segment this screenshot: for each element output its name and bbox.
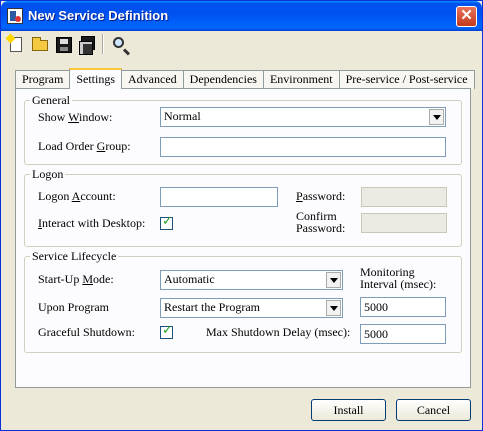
password-label-post: assword: <box>302 189 346 203</box>
load-order-label-key: G <box>96 139 106 153</box>
new-file-icon <box>10 37 22 52</box>
tab-advanced[interactable]: Advanced <box>121 70 184 89</box>
max-shutdown-delay-label: Max Shutdown Delay (msec): <box>206 325 351 339</box>
password-label-key: P <box>296 189 303 203</box>
toolbar-separator <box>102 34 104 54</box>
tab-strip: Program Settings Advanced Dependencies E… <box>15 68 475 89</box>
startup-mode-label-post: ode: <box>93 272 114 286</box>
show-window-label: Show Window: <box>38 110 112 125</box>
tab-pre-post-service[interactable]: Pre-service / Post-service <box>338 70 475 89</box>
logon-account-label-pre: Logon <box>38 189 72 203</box>
interact-desktop-checkbox[interactable]: ✓ <box>160 214 173 230</box>
save-icon <box>56 37 72 53</box>
checkmark-icon: ✓ <box>162 214 173 229</box>
save-button[interactable] <box>52 33 74 55</box>
checkmark-icon: ✓ <box>162 323 173 338</box>
show-window-select[interactable]: Normal <box>160 107 446 127</box>
graceful-shutdown-checkbox[interactable]: ✓ <box>160 323 173 339</box>
toolbar <box>4 33 132 57</box>
startup-mode-value: Automatic <box>164 272 215 286</box>
chevron-down-icon[interactable] <box>326 272 341 288</box>
confirm-password-label: Confirm Password: <box>296 210 345 234</box>
logon-account-input[interactable] <box>160 187 278 207</box>
startup-mode-label-pre: Start-Up <box>38 272 83 286</box>
monitoring-line2: Interval (msec): <box>360 277 437 291</box>
tab-environment[interactable]: Environment <box>262 70 340 89</box>
chevron-down-icon[interactable] <box>326 300 341 316</box>
service-definition-window: New Service Definition ✕ Program Setting… <box>0 0 483 431</box>
logon-account-label-post: ccount: <box>80 189 116 203</box>
show-window-label-post: indow: <box>78 110 113 124</box>
window-title: New Service Definition <box>28 8 169 23</box>
password-label: Password: <box>296 189 345 204</box>
upon-program-value: Restart the Program <box>164 300 260 314</box>
graceful-shutdown-label: Graceful Shutdown: <box>38 325 135 339</box>
startup-mode-select[interactable]: Automatic <box>160 270 343 290</box>
confirm-password-input[interactable] <box>361 213 447 233</box>
show-window-label-key: W <box>68 110 79 124</box>
monitoring-interval-input[interactable]: 5000 <box>360 297 446 317</box>
max-shutdown-delay-input[interactable]: 5000 <box>360 324 446 344</box>
tab-settings[interactable]: Settings <box>69 68 122 89</box>
confirm-password-line2: Password: <box>296 221 346 235</box>
logon-account-label: Logon Account: <box>38 189 116 204</box>
load-order-group-label: Load Order Group: <box>38 139 131 154</box>
new-button[interactable] <box>4 33 26 55</box>
logon-legend: Logon <box>32 167 64 181</box>
chevron-down-icon[interactable] <box>429 109 444 125</box>
service-lifecycle-legend: Service Lifecycle <box>32 249 117 263</box>
password-input[interactable] <box>361 187 447 207</box>
interact-desktop-label: Interact with Desktop: <box>38 216 145 231</box>
title-bar[interactable]: New Service Definition ✕ <box>1 1 482 31</box>
close-button[interactable]: ✕ <box>456 6 477 27</box>
load-order-label-post: roup: <box>105 139 131 153</box>
save-all-button[interactable] <box>76 33 98 55</box>
interact-label-post: nteract with Desktop: <box>42 216 146 230</box>
settings-panel: General Show Window: Normal Load Order G… <box>15 88 471 388</box>
search-icon <box>113 37 124 48</box>
tab-program[interactable]: Program <box>15 70 71 89</box>
startup-mode-label: Start-Up Mode: <box>38 272 114 287</box>
upon-program-select[interactable]: Restart the Program <box>160 298 343 318</box>
show-window-value: Normal <box>164 109 201 123</box>
cancel-button[interactable]: Cancel <box>396 399 471 421</box>
show-window-label-pre: Show <box>38 110 69 124</box>
open-folder-icon <box>32 37 48 51</box>
search-button[interactable] <box>108 33 130 55</box>
app-icon <box>7 8 23 24</box>
load-order-group-input[interactable] <box>160 137 446 157</box>
logon-group: Logon <box>24 167 462 247</box>
install-button[interactable]: Install <box>311 399 386 421</box>
upon-program-label: Upon Program <box>38 300 109 314</box>
open-button[interactable] <box>28 33 50 55</box>
startup-mode-label-key: M <box>82 272 93 286</box>
save-all-icon <box>79 36 95 55</box>
general-legend: General <box>32 93 70 107</box>
tab-dependencies[interactable]: Dependencies <box>182 70 264 89</box>
monitoring-interval-label: Monitoring Interval (msec): <box>360 266 436 290</box>
load-order-label-pre: Load Order <box>38 139 97 153</box>
